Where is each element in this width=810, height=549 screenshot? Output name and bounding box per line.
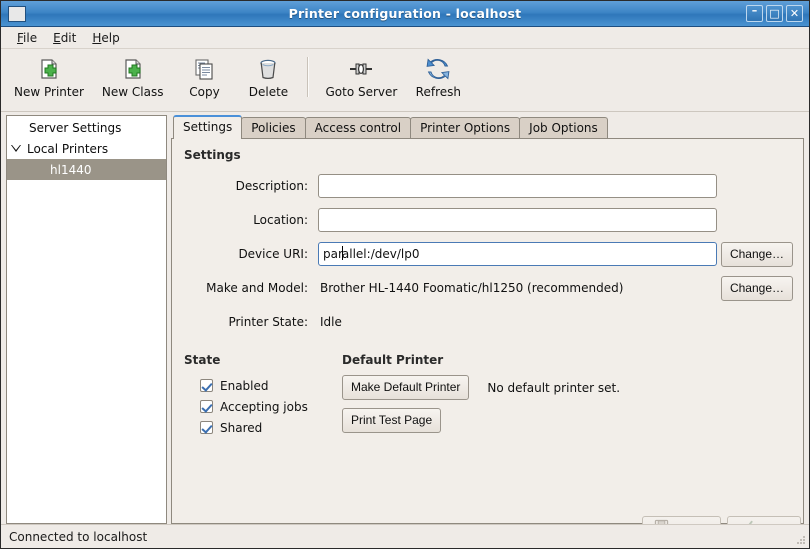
window-controls: – □ ✕ [746, 5, 805, 22]
device-uri-text-before-caret: par [323, 247, 343, 261]
close-button[interactable]: ✕ [786, 5, 803, 22]
sidebar-item-hl1440[interactable]: hl1440 [7, 159, 166, 180]
goto-server-icon [348, 56, 374, 82]
description-label: Description: [182, 169, 314, 203]
device-uri-input[interactable]: parallel:/dev/lp0 [318, 242, 717, 266]
device-uri-label: Device URI: [182, 237, 314, 271]
tab-settings[interactable]: Settings [173, 115, 242, 139]
printer-state-value: Idle [318, 315, 717, 329]
description-input[interactable] [318, 174, 717, 198]
checkbox-enabled-label: Enabled [220, 379, 269, 393]
new-printer-icon [37, 56, 61, 82]
toolbar-refresh-label: Refresh [416, 85, 461, 99]
menu-edit-rest: dit [61, 31, 77, 45]
location-label: Location: [182, 203, 314, 237]
status-text: Connected to localhost [9, 530, 147, 544]
settings-notebook: Settings Policies Access control Printer… [171, 115, 804, 524]
sidebar-item-server-settings[interactable]: Server Settings [7, 117, 166, 138]
maximize-button[interactable]: □ [766, 5, 783, 22]
menu-bar: File Edit Help [1, 27, 809, 49]
sidebar-item-local-printers-label: Local Printers [27, 142, 108, 156]
device-uri-text-after-caret: allel:/dev/lp0 [342, 247, 420, 261]
minimize-button[interactable]: – [746, 5, 763, 22]
state-column: State Enabled Accepting jobs Shared [184, 353, 342, 441]
checkbox-shared[interactable] [200, 421, 213, 434]
settings-section-title: Settings [184, 148, 793, 162]
tab-policies[interactable]: Policies [241, 117, 305, 139]
menu-file-rest: ile [23, 31, 37, 45]
menu-help-rest: elp [101, 31, 119, 45]
make-and-model-change-button[interactable]: Change… [721, 276, 793, 301]
sidebar-item-hl1440-label: hl1440 [50, 163, 91, 177]
window-icon [8, 6, 26, 22]
toolbar-delete-button[interactable]: Delete [236, 53, 300, 101]
tab-access-control[interactable]: Access control [305, 117, 412, 139]
make-and-model-label: Make and Model: [182, 271, 314, 305]
menu-help[interactable]: Help [84, 29, 127, 47]
menu-edit[interactable]: Edit [45, 29, 84, 47]
status-bar: Connected to localhost [1, 524, 809, 548]
settings-form: Description: Location: Device URI: paral… [182, 169, 793, 339]
printer-configuration-window: Printer configuration - localhost – □ ✕ … [0, 0, 810, 549]
print-test-row: Print Test Page [342, 408, 793, 433]
resize-grip-icon[interactable] [794, 533, 806, 545]
checkbox-row-enabled[interactable]: Enabled [184, 375, 342, 396]
checkbox-accepting-jobs-label: Accepting jobs [220, 400, 308, 414]
delete-trash-icon [256, 56, 280, 82]
checkbox-row-shared[interactable]: Shared [184, 417, 342, 438]
chevron-down-icon[interactable] [11, 145, 21, 152]
make-default-printer-button[interactable]: Make Default Printer [342, 375, 469, 400]
toolbar-new-class-button[interactable]: New Class [93, 53, 173, 101]
toolbar-copy-button[interactable]: Copy [172, 53, 236, 101]
checkbox-row-accepting-jobs[interactable]: Accepting jobs [184, 396, 342, 417]
checkbox-shared-label: Shared [220, 421, 262, 435]
window-title: Printer configuration - localhost [1, 6, 809, 21]
state-section-title: State [184, 353, 342, 367]
refresh-icon [426, 56, 450, 82]
toolbar: New Printer New Class [1, 49, 809, 112]
main-content: Server Settings Local Printers hl1440 Se… [1, 112, 809, 524]
toolbar-refresh-button[interactable]: Refresh [406, 53, 470, 101]
toolbar-goto-server-button[interactable]: Goto Server [316, 53, 406, 101]
printer-state-label: Printer State: [182, 305, 314, 339]
toolbar-separator [307, 57, 309, 97]
menu-file[interactable]: File [9, 29, 45, 47]
location-input[interactable] [318, 208, 717, 232]
toolbar-goto-server-label: Goto Server [325, 85, 397, 99]
tab-printer-options[interactable]: Printer Options [410, 117, 520, 139]
state-and-default-row: State Enabled Accepting jobs Shared [182, 353, 793, 441]
sidebar-item-server-settings-label: Server Settings [29, 121, 121, 135]
default-printer-section-title: Default Printer [342, 353, 793, 367]
toolbar-new-class-label: New Class [102, 85, 164, 99]
make-and-model-value: Brother HL-1440 Foomatic/hl1250 (recomme… [318, 281, 717, 295]
new-class-icon [121, 56, 145, 82]
sidebar-item-local-printers[interactable]: Local Printers [7, 138, 166, 159]
toolbar-copy-label: Copy [189, 85, 219, 99]
checkbox-accepting-jobs[interactable] [200, 400, 213, 413]
device-uri-change-button[interactable]: Change… [721, 242, 793, 267]
copy-icon [192, 56, 216, 82]
settings-tab-panel: Settings Description: Location: Device U… [171, 138, 804, 524]
tab-job-options[interactable]: Job Options [519, 117, 608, 139]
checkbox-enabled[interactable] [200, 379, 213, 392]
default-printer-column: Default Printer Make Default Printer No … [342, 353, 793, 441]
tab-bar: Settings Policies Access control Printer… [171, 115, 804, 139]
print-test-page-button[interactable]: Print Test Page [342, 408, 441, 433]
default-printer-note: No default printer set. [487, 381, 620, 395]
toolbar-new-printer-button[interactable]: New Printer [5, 53, 93, 101]
make-default-row: Make Default Printer No default printer … [342, 375, 793, 400]
toolbar-new-printer-label: New Printer [14, 85, 84, 99]
title-bar: Printer configuration - localhost – □ ✕ [1, 1, 809, 27]
printer-tree-sidebar[interactable]: Server Settings Local Printers hl1440 [6, 115, 167, 524]
toolbar-delete-label: Delete [249, 85, 288, 99]
